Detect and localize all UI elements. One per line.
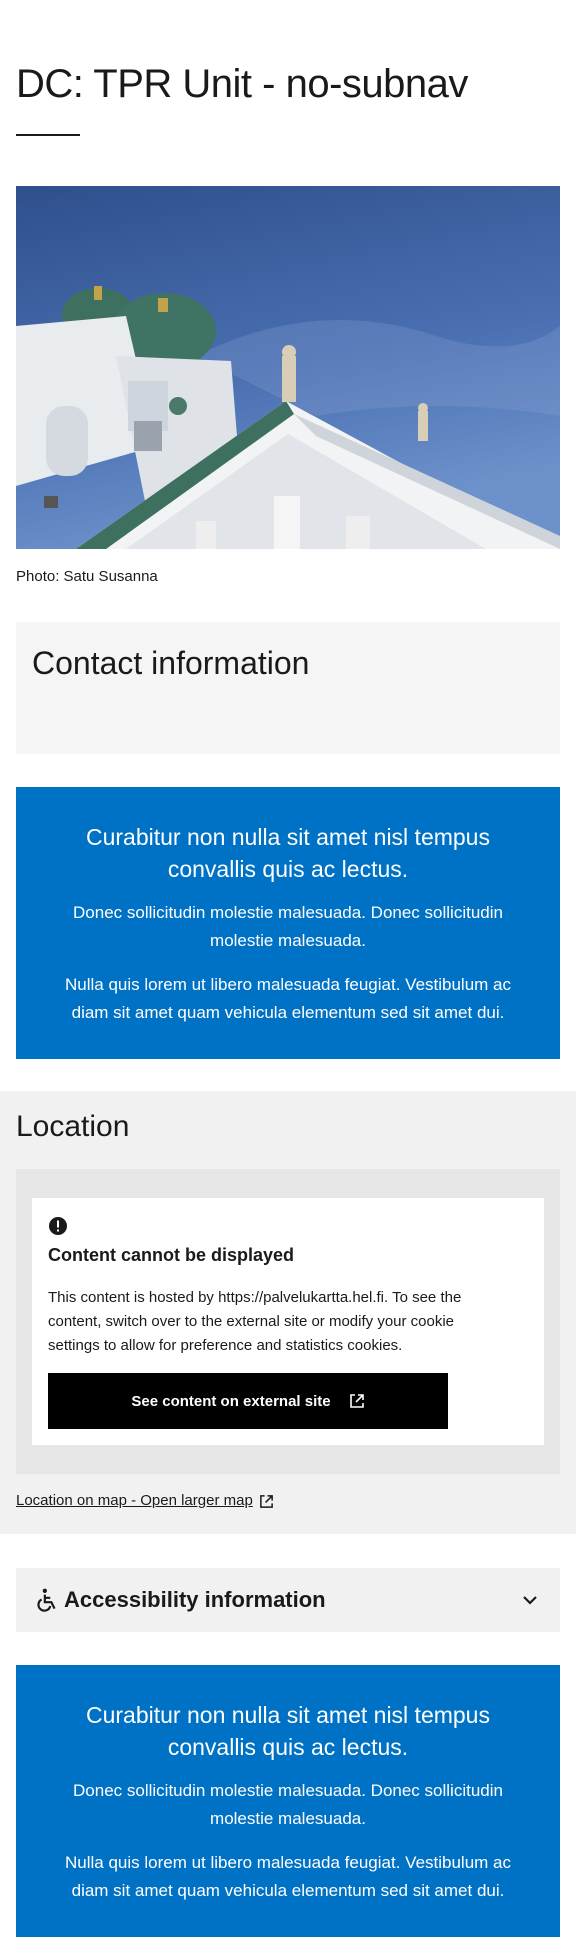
contact-heading: Contact information	[32, 645, 310, 681]
accessibility-heading: Accessibility information	[64, 1587, 326, 1612]
alert-circle-icon	[49, 1217, 67, 1235]
hero-image	[16, 186, 560, 549]
photo-caption: Photo: Satu Susanna	[16, 568, 158, 585]
open-larger-map-link[interactable]: Location on map - Open larger map	[16, 1491, 274, 1511]
notice-title: Content cannot be displayed	[48, 1245, 295, 1265]
location-section: Location Content cannot be displayed Thi…	[0, 1091, 576, 1534]
banner-text: Donec sollicitudin molestie malesuada. D…	[73, 903, 503, 950]
banner-heading: Curabitur non nulla sit amet nisl tempus…	[86, 824, 490, 882]
page: DC: TPR Unit - no-subnav Photo: Satu Sus…	[0, 0, 576, 1937]
info-banner: Curabitur non nulla sit amet nisl tempus…	[16, 1665, 560, 1937]
external-link-icon	[259, 1494, 273, 1508]
cathedral-photo	[16, 186, 560, 549]
info-banner: Curabitur non nulla sit amet nisl tempus…	[16, 787, 560, 1059]
map-embed-placeholder: Content cannot be displayed This content…	[16, 1169, 560, 1474]
accessibility-accordion[interactable]: Accessibility information	[16, 1568, 560, 1632]
notice-text: This content is hosted by https://palvel…	[48, 1289, 462, 1354]
location-heading: Location	[16, 1110, 130, 1143]
banner-text: Nulla quis lorem ut libero malesuada feu…	[64, 1853, 512, 1900]
chevron-down-icon[interactable]	[520, 1590, 540, 1610]
external-link-icon	[349, 1394, 364, 1408]
banner-text: Nulla quis lorem ut libero malesuada feu…	[64, 975, 512, 1022]
contact-info-section: Contact information	[16, 622, 560, 754]
title-divider	[16, 134, 80, 136]
map-link-label: Location on map - Open larger map	[16, 1492, 253, 1509]
cookie-notice: Content cannot be displayed This content…	[32, 1198, 544, 1445]
banner-heading: Curabitur non nulla sit amet nisl tempus…	[86, 1702, 490, 1760]
wheelchair-icon	[37, 1588, 56, 1612]
page-title: DC: TPR Unit - no-subnav	[16, 62, 468, 106]
banner-text: Donec sollicitudin molestie malesuada. D…	[73, 1781, 503, 1828]
external-site-button-label: See content on external site	[131, 1392, 331, 1410]
external-site-button[interactable]: See content on external site	[48, 1373, 448, 1429]
